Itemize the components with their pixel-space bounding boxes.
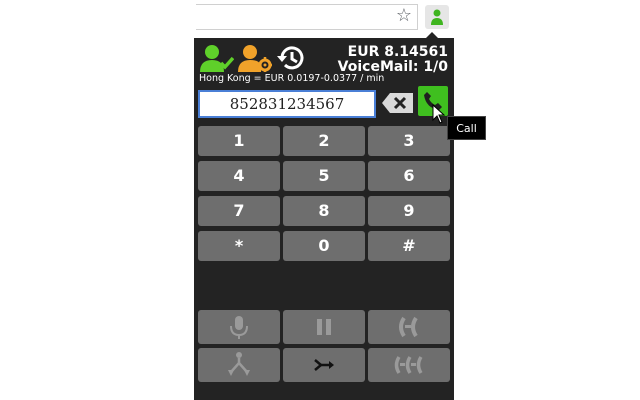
key-8[interactable]: 8 <box>283 196 365 226</box>
browser-toolbar: ☆ <box>0 0 640 38</box>
history-icon[interactable] <box>276 45 304 71</box>
transfer-icon <box>399 316 418 338</box>
forward-icon <box>314 359 334 371</box>
key-4[interactable]: 4 <box>198 161 280 191</box>
key-hash[interactable]: # <box>368 231 450 261</box>
microphone-icon <box>230 316 248 339</box>
call-tooltip: Call <box>447 116 486 140</box>
phone-number-input[interactable] <box>198 90 376 118</box>
balance-label: EUR 8.14561 <box>347 44 448 60</box>
contact-settings-icon[interactable] <box>238 44 272 72</box>
forward-button[interactable] <box>283 348 365 382</box>
key-3[interactable]: 3 <box>368 126 450 156</box>
backspace-icon[interactable] <box>382 92 414 114</box>
key-6[interactable]: 6 <box>368 161 450 191</box>
key-5[interactable]: 5 <box>283 161 365 191</box>
dialer-popup: EUR 8.14561 VoiceMail: 1/0 Hong Kong = E… <box>194 32 454 400</box>
merge-icon <box>228 352 250 376</box>
merge-button[interactable] <box>198 348 280 382</box>
mute-button[interactable] <box>198 310 280 344</box>
conference-icon <box>394 356 423 374</box>
transfer-button[interactable] <box>368 310 450 344</box>
key-7[interactable]: 7 <box>198 196 280 226</box>
star-icon[interactable]: ☆ <box>394 6 414 26</box>
key-star[interactable]: * <box>198 231 280 261</box>
key-1[interactable]: 1 <box>198 126 280 156</box>
key-9[interactable]: 9 <box>368 196 450 226</box>
hold-button[interactable] <box>283 310 365 344</box>
key-0[interactable]: 0 <box>283 231 365 261</box>
conference-button[interactable] <box>368 348 450 382</box>
mouse-cursor-icon <box>432 104 446 124</box>
pause-icon <box>317 319 331 335</box>
address-bar[interactable] <box>196 4 418 30</box>
contacts-check-icon[interactable] <box>200 44 234 72</box>
call-rate-label: Hong Kong = EUR 0.0197-0.0377 / min <box>199 73 385 84</box>
key-2[interactable]: 2 <box>283 126 365 156</box>
phone-extension-icon[interactable] <box>425 5 449 29</box>
